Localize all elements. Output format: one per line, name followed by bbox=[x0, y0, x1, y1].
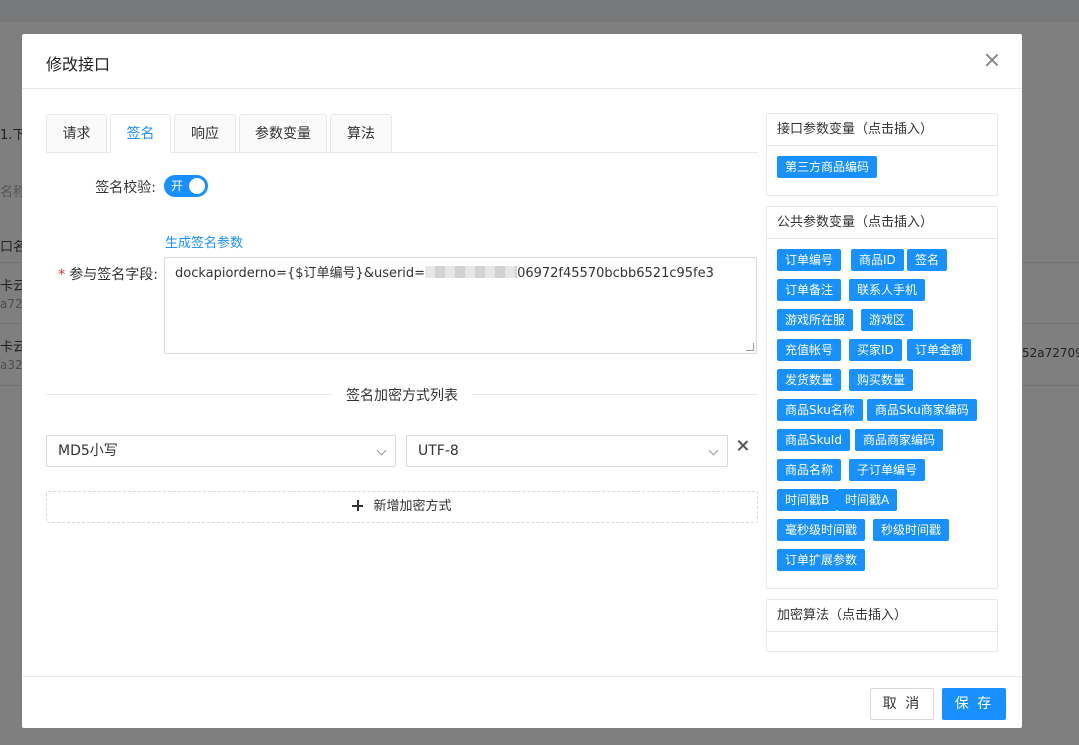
sign-check-label: 签名校验: bbox=[95, 180, 156, 196]
modal-footer: 取 消 保 存 bbox=[22, 676, 1022, 728]
var-tag[interactable]: 秒级时间戳 bbox=[873, 519, 950, 541]
var-tag[interactable]: 充值帐号 bbox=[777, 339, 842, 361]
var-tag[interactable]: 购买数量 bbox=[849, 369, 914, 391]
plus-icon bbox=[352, 500, 364, 511]
var-tag[interactable]: 时间戳B bbox=[777, 489, 838, 511]
var-tag[interactable]: 商品SkuId bbox=[777, 429, 850, 451]
chevron-down-icon bbox=[376, 445, 387, 456]
var-tag[interactable]: 商品ID bbox=[851, 249, 904, 271]
var-tag[interactable]: 游戏所在服 bbox=[777, 309, 854, 331]
resize-handle-icon[interactable] bbox=[746, 343, 754, 351]
var-tag[interactable]: 时间戳A bbox=[837, 489, 898, 511]
var-tag[interactable]: 签名 bbox=[907, 249, 948, 271]
tab-response[interactable]: 响应 bbox=[174, 114, 236, 153]
generate-sign-params-link[interactable]: 生成签名参数 bbox=[165, 232, 243, 251]
var-tag[interactable]: 子订单编号 bbox=[849, 459, 926, 481]
var-tag[interactable]: 订单金额 bbox=[907, 339, 972, 361]
edit-interface-modal: 修改接口 请求 签名 响应 参数变量 算法 签名校验: 开 生成签名参数 * 参与… bbox=[22, 34, 1022, 728]
var-tag[interactable]: 游戏区 bbox=[861, 309, 914, 331]
sign-fields-label-text: 参与签名字段: bbox=[69, 267, 158, 283]
var-tag[interactable]: 毫秒级时间戳 bbox=[777, 519, 866, 541]
var-tag[interactable]: 商品Sku商家编码 bbox=[867, 399, 977, 421]
required-mark: * bbox=[58, 267, 66, 283]
tab-request[interactable]: 请求 bbox=[46, 114, 107, 153]
var-tag[interactable]: 订单扩展参数 bbox=[777, 549, 866, 571]
encrypt-algos-panel: 加密算法（点击插入） bbox=[766, 599, 998, 652]
var-tag[interactable]: 商品名称 bbox=[777, 459, 842, 481]
tab-signature[interactable]: 签名 bbox=[110, 114, 171, 153]
encrypt-methods-heading: 签名加密方式列表 bbox=[332, 385, 472, 405]
add-button-label: 新增加密方式 bbox=[373, 499, 452, 514]
chevron-down-icon bbox=[708, 445, 719, 456]
tab-bar: 请求 签名 响应 参数变量 算法 bbox=[46, 114, 758, 153]
var-tag[interactable]: 第三方商品编码 bbox=[777, 156, 878, 178]
tab-algorithm[interactable]: 算法 bbox=[330, 114, 392, 153]
public-vars-title: 公共参数变量（点击插入） bbox=[767, 207, 997, 239]
cancel-button[interactable]: 取 消 bbox=[870, 688, 934, 720]
algorithm-select[interactable]: MD5小写 bbox=[46, 435, 396, 467]
var-tag[interactable]: 买家ID bbox=[849, 339, 902, 361]
switch-knob bbox=[189, 178, 205, 194]
var-tag[interactable]: 订单备注 bbox=[777, 279, 842, 301]
charset-select-value: UTF-8 bbox=[418, 443, 459, 459]
encrypt-algos-title: 加密算法（点击插入） bbox=[767, 600, 997, 632]
tab-param-vars[interactable]: 参数变量 bbox=[239, 114, 327, 153]
remove-method-icon[interactable] bbox=[736, 439, 750, 453]
var-tag[interactable]: 商品Sku名称 bbox=[777, 399, 863, 421]
var-tag[interactable]: 联系人手机 bbox=[849, 279, 926, 301]
charset-select[interactable]: UTF-8 bbox=[406, 435, 728, 467]
switch-on-text: 开 bbox=[171, 179, 184, 193]
var-tag[interactable]: 订单编号 bbox=[777, 249, 842, 271]
sign-fields-textarea[interactable]: dockapiorderno={$订单编号}&userid= 06972f4557… bbox=[164, 257, 757, 354]
sign-check-toggle[interactable]: 开 bbox=[164, 175, 208, 197]
add-encrypt-method-button[interactable]: 新增加密方式 bbox=[46, 491, 758, 523]
close-icon[interactable] bbox=[982, 50, 1002, 70]
public-vars-panel: 公共参数变量（点击插入） 订单编号 商品ID 签名 订单备注 联系人手机 游戏所… bbox=[766, 206, 998, 589]
save-button[interactable]: 保 存 bbox=[942, 688, 1006, 720]
interface-vars-panel: 接口参数变量（点击插入） 第三方商品编码 bbox=[766, 113, 998, 196]
var-tag[interactable]: 商品商家编码 bbox=[855, 429, 944, 451]
modal-header: 修改接口 bbox=[22, 34, 1022, 89]
modal-title: 修改接口 bbox=[46, 55, 111, 74]
interface-vars-title: 接口参数变量（点击插入） bbox=[767, 114, 997, 146]
algorithm-select-value: MD5小写 bbox=[58, 443, 118, 459]
var-tag[interactable]: 发货数量 bbox=[777, 369, 842, 391]
textarea-value-start: dockapiorderno={$订单编号}&userid= bbox=[175, 266, 426, 281]
sign-fields-label: * 参与签名字段: bbox=[52, 264, 158, 284]
redacted-value bbox=[425, 266, 518, 278]
textarea-value-end: 06972f45570bcbb6521c95fe3 bbox=[517, 266, 714, 281]
